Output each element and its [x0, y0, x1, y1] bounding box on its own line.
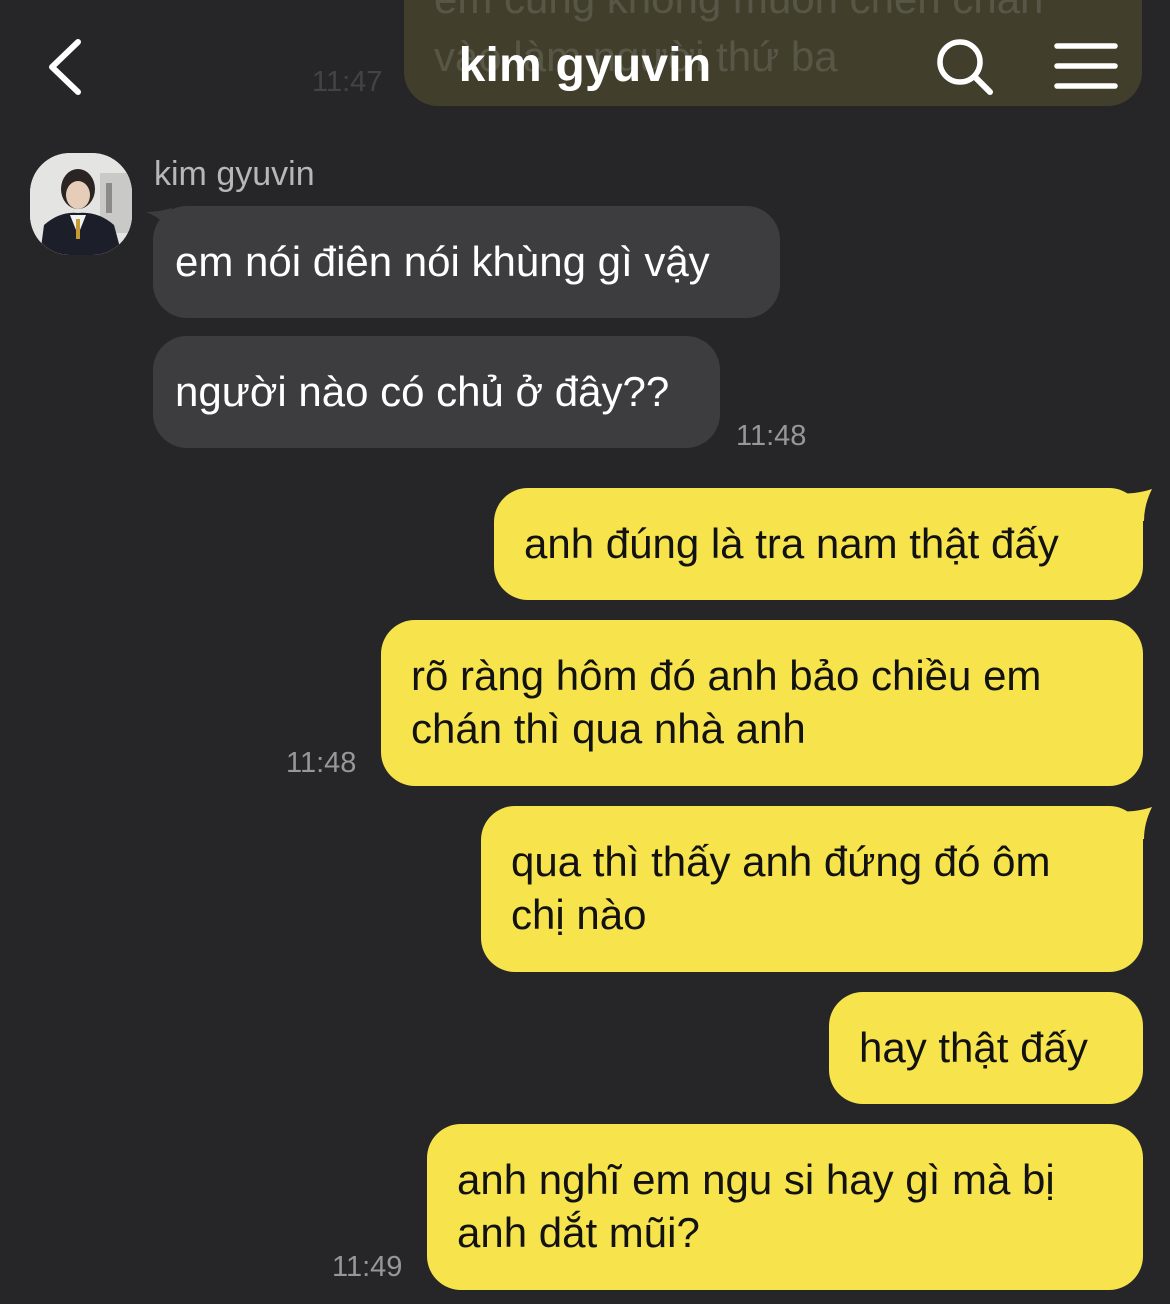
search-icon	[937, 39, 993, 95]
sender-name: kim gyuvin	[154, 155, 315, 193]
menu-button[interactable]	[1052, 40, 1122, 92]
incoming-message-1[interactable]: em nói điên nói khùng gì vậy	[153, 206, 780, 318]
search-button[interactable]	[934, 36, 996, 98]
incoming-message-2[interactable]: người nào có chủ ở đây??	[153, 336, 720, 448]
hamburger-menu-icon	[1054, 43, 1118, 89]
outgoing-message-2[interactable]: rõ ràng hôm đó anh bảo chiều em chán thì…	[381, 620, 1143, 786]
chat-screen: em cũng không muốn chen chân vào làm ngư…	[0, 0, 1170, 1304]
outgoing-timestamp-2: 11:49	[332, 1251, 403, 1283]
contact-avatar[interactable]	[30, 153, 132, 255]
incoming-timestamp: 11:48	[736, 420, 807, 452]
outgoing-timestamp-1: 11:48	[286, 747, 357, 779]
outgoing-message-5[interactable]: anh nghĩ em ngu si hay gì mà bị anh dắt …	[427, 1124, 1143, 1290]
outgoing-message-1[interactable]: anh đúng là tra nam thật đấy	[494, 488, 1143, 600]
outgoing-message-3[interactable]: qua thì thấy anh đứng đó ôm chị nào	[481, 806, 1143, 972]
profile-photo	[30, 153, 132, 255]
outgoing-message-4[interactable]: hay thật đấy	[829, 992, 1143, 1104]
chat-header: kim gyuvin	[0, 0, 1170, 130]
